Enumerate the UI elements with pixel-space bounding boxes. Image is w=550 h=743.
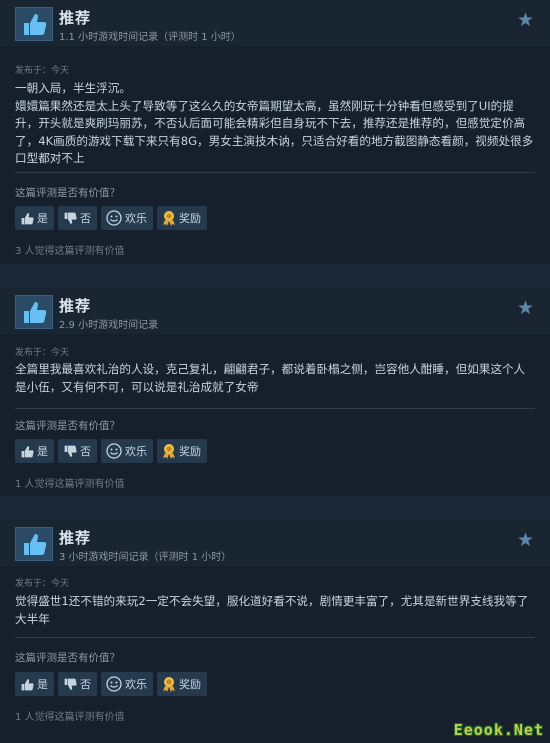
recommendation-title: 推荐 <box>59 529 92 547</box>
playtime-text: 3 小时游戏时间记录（评测时 1 小时） <box>59 552 232 563</box>
helpful-count: 3 人觉得这篇评测有价值 <box>15 246 125 257</box>
helpful-question: 这篇评测是否有价值？ <box>15 652 120 664</box>
award-label: 奖励 <box>179 445 201 458</box>
watermark-text: Eeook.Net <box>453 721 544 739</box>
review-card: 推荐 2.9 小时游戏时间记录 ★ 发布于：今天 全篇里我最喜欢礼治的人设，克己… <box>0 288 550 496</box>
thumbs-down-icon <box>63 678 77 691</box>
recommendation-title: 推荐 <box>59 9 92 27</box>
vote-yes-button[interactable]: 是 <box>15 672 54 696</box>
review-header: 推荐 3 小时游戏时间记录（评测时 1 小时） ★ <box>0 520 550 566</box>
thumbs-up-icon <box>15 7 53 41</box>
review-header: 推荐 1.1 小时游戏时间记录（评测时 1 小时） ★ <box>0 0 550 46</box>
thumbs-up-icon <box>15 527 53 561</box>
vote-yes-button[interactable]: 是 <box>15 439 54 463</box>
divider <box>15 172 535 173</box>
award-button[interactable]: 奖励 <box>157 206 207 230</box>
review-text: 觉得盛世1还不错的来玩2一定不会失望，服化道好看不说，剧情更丰富了，尤其是新世界… <box>15 594 529 626</box>
star-icon[interactable]: ★ <box>517 11 534 30</box>
vote-yes-label: 是 <box>37 445 48 458</box>
posted-date: 发布于：今天 <box>15 348 70 358</box>
posted-date: 发布于：今天 <box>15 579 70 589</box>
award-label: 奖励 <box>179 678 201 691</box>
thumbs-up-icon <box>15 295 53 329</box>
vote-funny-label: 欢乐 <box>125 445 147 458</box>
playtime-text: 2.9 小时游戏时间记录 <box>59 320 159 331</box>
thumbs-down-icon <box>63 212 77 225</box>
star-icon[interactable]: ★ <box>517 299 534 318</box>
helpful-question: 这篇评测是否有价值？ <box>15 187 120 199</box>
vote-row: 是 否 欢乐 奖励 <box>15 206 207 230</box>
vote-no-label: 否 <box>80 212 91 225</box>
helpful-count: 1 人觉得这篇评测有价值 <box>15 712 125 723</box>
award-button[interactable]: 奖励 <box>157 672 207 696</box>
award-icon <box>162 443 176 459</box>
smiley-icon <box>106 676 122 692</box>
vote-no-button[interactable]: 否 <box>58 672 97 696</box>
vote-funny-button[interactable]: 欢乐 <box>101 206 153 230</box>
helpful-question: 这篇评测是否有价值？ <box>15 420 120 432</box>
review-card: 推荐 1.1 小时游戏时间记录（评测时 1 小时） ★ 发布于：今天 一朝入局，… <box>0 0 550 264</box>
smiley-icon <box>106 443 122 459</box>
award-label: 奖励 <box>179 212 201 225</box>
vote-row: 是 否 欢乐 奖励 <box>15 672 207 696</box>
divider <box>15 637 535 638</box>
review-header: 推荐 2.9 小时游戏时间记录 ★ <box>0 288 550 334</box>
recommendation-title: 推荐 <box>59 297 92 315</box>
vote-no-button[interactable]: 否 <box>58 439 97 463</box>
divider <box>15 408 535 409</box>
vote-row: 是 否 欢乐 奖励 <box>15 439 207 463</box>
vote-funny-label: 欢乐 <box>125 212 147 225</box>
thumbs-down-icon <box>63 445 77 458</box>
smiley-icon <box>106 210 122 226</box>
vote-no-label: 否 <box>80 678 91 691</box>
vote-yes-label: 是 <box>37 212 48 225</box>
award-icon <box>162 676 176 692</box>
vote-funny-button[interactable]: 欢乐 <box>101 672 153 696</box>
vote-funny-button[interactable]: 欢乐 <box>101 439 153 463</box>
vote-no-label: 否 <box>80 445 91 458</box>
thumbs-up-icon <box>20 678 34 691</box>
review-card: 推荐 3 小时游戏时间记录（评测时 1 小时） ★ 发布于：今天 觉得盛世1还不… <box>0 520 550 743</box>
vote-yes-button[interactable]: 是 <box>15 206 54 230</box>
playtime-text: 1.1 小时游戏时间记录（评测时 1 小时） <box>59 32 241 43</box>
review-text: 一朝入局，半生浮沉。 嬛嬛篇果然还是太上头了导致等了这么久的女帝篇期望太高，虽然… <box>15 81 534 165</box>
star-icon[interactable]: ★ <box>517 531 534 550</box>
vote-yes-label: 是 <box>37 678 48 691</box>
thumbs-up-icon <box>20 212 34 225</box>
posted-date: 发布于：今天 <box>15 66 70 76</box>
award-icon <box>162 210 176 226</box>
award-button[interactable]: 奖励 <box>157 439 207 463</box>
thumbs-up-icon <box>20 445 34 458</box>
helpful-count: 1 人觉得这篇评测有价值 <box>15 479 125 490</box>
vote-no-button[interactable]: 否 <box>58 206 97 230</box>
vote-funny-label: 欢乐 <box>125 678 147 691</box>
review-text: 全篇里我最喜欢礼治的人设，克己复礼，翩翩君子，都说着卧榻之侧，岂容他人酣睡，但如… <box>15 362 526 394</box>
